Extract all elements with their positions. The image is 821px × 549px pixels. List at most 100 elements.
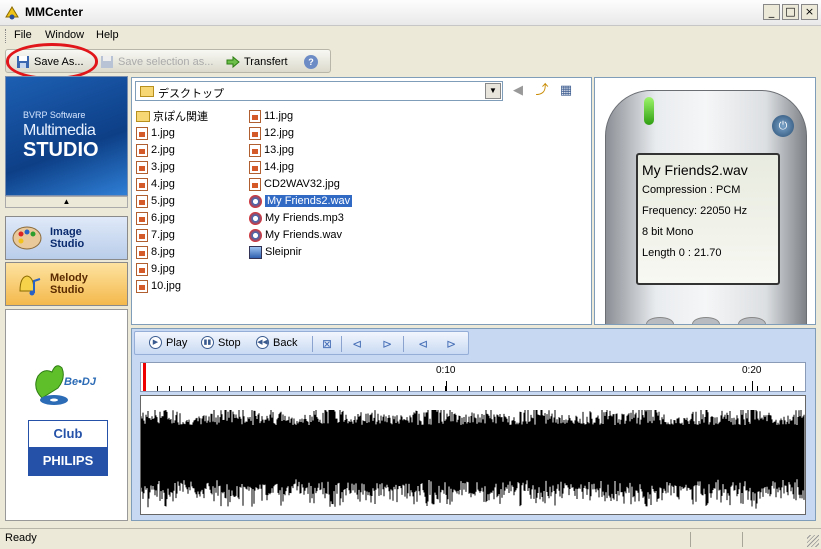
audio-file-icon	[249, 228, 262, 242]
file-item[interactable]: 9.jpg	[136, 261, 175, 277]
folder-item[interactable]: 京ぽん関連	[136, 108, 208, 124]
help-button[interactable]: ?	[304, 53, 318, 70]
image-studio-button[interactable]: Image Studio	[5, 216, 128, 260]
file-item[interactable]: 10.jpg	[136, 278, 181, 294]
maximize-button[interactable]: □	[782, 4, 799, 20]
image-file-icon	[136, 211, 148, 225]
image-file-icon	[136, 143, 148, 157]
melody-studio-button[interactable]: Melody Studio	[5, 262, 128, 306]
rewind-icon: ◀◀	[256, 336, 269, 349]
file-item[interactable]: My Friends.wav	[249, 227, 342, 243]
file-name: 7.jpg	[151, 229, 175, 241]
file-item[interactable]: 13.jpg	[249, 142, 294, 158]
status-bar: Ready	[0, 528, 821, 549]
close-button[interactable]: ×	[801, 4, 818, 20]
club-philips-logo: Club PHILIPS	[28, 420, 108, 476]
audio-player: ▶ Play ▮▮ Stop ◀◀ Back ⊠ ⊲ ⊳ ⊲ ⊳ 0:10 0:…	[131, 328, 816, 521]
image-file-icon	[136, 245, 148, 259]
resize-grip[interactable]	[807, 535, 819, 547]
screen-frequency: Frequency: 22050 Hz	[642, 205, 748, 217]
file-item[interactable]: My Friends.mp3	[249, 210, 344, 226]
collapse-toggle[interactable]: ▲	[5, 196, 128, 208]
back-button[interactable]: ◀◀ Back	[256, 336, 297, 349]
menu-file[interactable]: File	[14, 29, 32, 41]
window-title: MMCenter	[25, 5, 84, 19]
playhead-cursor[interactable]	[143, 363, 146, 391]
menubar-grip	[5, 29, 8, 43]
phone-screen: My Friends2.wav Compression : PCM Freque…	[636, 153, 780, 285]
file-item[interactable]: Sleipnir	[249, 244, 302, 260]
file-item[interactable]: 6.jpg	[136, 210, 175, 226]
save-selection-button[interactable]: Save selection as...	[100, 53, 213, 70]
menu-help[interactable]: Help	[96, 29, 119, 41]
file-item[interactable]: 8.jpg	[136, 244, 175, 260]
file-item[interactable]: 11.jpg	[249, 108, 293, 124]
selection-end-icon[interactable]: ⊳	[443, 337, 459, 351]
power-icon[interactable]: ⏻	[772, 115, 794, 137]
palette-icon	[12, 226, 42, 250]
back-label: Back	[273, 336, 298, 349]
folder-up-icon[interactable]: ⤴	[533, 82, 551, 100]
logo-company: BVRP Software	[23, 110, 86, 120]
file-item[interactable]: CD2WAV32.jpg	[249, 176, 340, 192]
file-item[interactable]: 1.jpg	[136, 125, 175, 141]
save-selection-label: Save selection as...	[118, 55, 214, 68]
view-menu-icon[interactable]: ▦	[557, 82, 575, 100]
file-name: 14.jpg	[264, 161, 294, 173]
waveform-view[interactable]	[140, 395, 806, 515]
file-item[interactable]: 4.jpg	[136, 176, 175, 192]
back-nav-icon[interactable]: ◀	[509, 82, 527, 100]
marker-right-icon[interactable]: ⊳	[379, 337, 395, 351]
file-name: 5.jpg	[151, 195, 175, 207]
phone-illustration: ⏻ My Friends2.wav Compression : PCM Freq…	[605, 90, 807, 324]
folder-path-combo[interactable]: デスクトップ ▼	[135, 81, 503, 101]
screen-length: Length 0 : 21.70	[642, 247, 722, 259]
title-bar: MMCenter _ □ ×	[0, 0, 821, 26]
file-item[interactable]: 12.jpg	[249, 125, 294, 141]
bell-music-icon	[19, 275, 41, 296]
philips-text: PHILIPS	[29, 447, 107, 475]
select-all-icon[interactable]: ⊠	[319, 337, 335, 351]
file-name: My Friends.wav	[265, 229, 343, 241]
play-label: Play	[166, 336, 188, 349]
file-name: 9.jpg	[151, 263, 175, 275]
minimize-button[interactable]: _	[763, 4, 780, 20]
selection-start-icon[interactable]: ⊲	[415, 337, 431, 351]
file-name: 京ぽん関連	[153, 111, 208, 123]
tick-mark	[446, 381, 447, 391]
player-toolbar: ▶ Play ▮▮ Stop ◀◀ Back ⊠ ⊲ ⊳ ⊲ ⊳	[134, 331, 469, 355]
marker-left-icon[interactable]: ⊲	[349, 337, 365, 351]
transfert-button[interactable]: Transfert	[226, 53, 288, 70]
menu-bar: File Window Help	[0, 26, 821, 46]
file-item[interactable]: 14.jpg	[249, 159, 294, 175]
file-item[interactable]: 2.jpg	[136, 142, 175, 158]
image-file-icon	[136, 279, 148, 293]
play-button[interactable]: ▶ Play	[149, 336, 187, 349]
file-item[interactable]: 7.jpg	[136, 227, 175, 243]
timeline-ruler[interactable]: 0:10 0:20	[140, 362, 806, 392]
tick-label-10: 0:10	[436, 365, 456, 376]
file-item[interactable]: 3.jpg	[136, 159, 175, 175]
green-arrow-icon	[226, 55, 240, 68]
shortcut-icon	[249, 245, 262, 259]
screen-compression: Compression : PCM	[642, 184, 741, 196]
brand-area: Be•DJ Club PHILIPS	[5, 309, 128, 521]
file-name: 3.jpg	[151, 161, 175, 173]
file-name: 2.jpg	[151, 144, 175, 156]
file-name: 13.jpg	[264, 144, 294, 156]
chevron-down-icon[interactable]: ▼	[485, 83, 501, 99]
menu-window[interactable]: Window	[45, 29, 84, 41]
play-icon: ▶	[149, 336, 162, 349]
audio-file-icon	[249, 211, 262, 225]
file-item[interactable]: 5.jpg	[136, 193, 175, 209]
file-item[interactable]: My Friends2.wav	[249, 193, 354, 209]
file-name: 11.jpg	[264, 110, 294, 122]
device-preview-panel: ⏻ My Friends2.wav Compression : PCM Freq…	[594, 77, 816, 325]
image-file-icon	[249, 160, 261, 174]
image-studio-label: Image Studio	[50, 226, 85, 250]
help-icon: ?	[304, 54, 318, 69]
image-file-icon	[136, 194, 148, 208]
stop-button[interactable]: ▮▮ Stop	[201, 336, 241, 349]
image-file-icon	[136, 126, 148, 140]
folder-icon	[136, 110, 150, 122]
